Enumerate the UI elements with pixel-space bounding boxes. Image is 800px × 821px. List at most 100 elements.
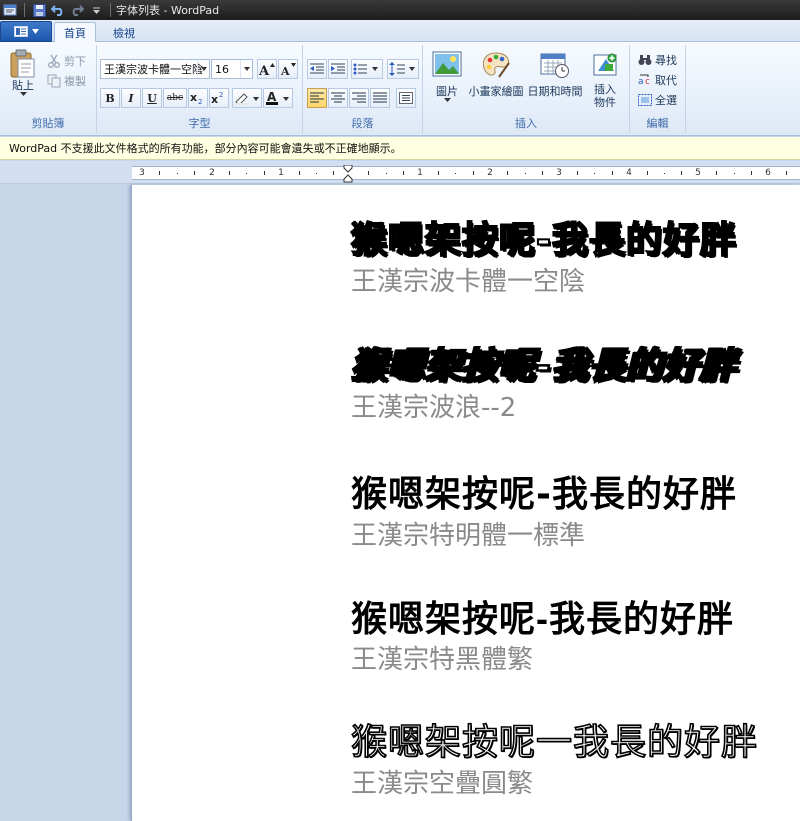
subscript-button[interactable]: x2 [188,88,208,108]
ruler-tick [577,171,578,175]
highlight-color-button[interactable] [232,88,262,108]
font-group: 王漢宗波卡體一空陰 16 A A B I U abc x2 x2 A 字型 [97,45,303,133]
wordpad-app-icon[interactable] [2,2,18,18]
ruler-tick [438,171,439,175]
tab-view[interactable]: 檢視 [104,22,144,43]
tab-home[interactable]: 首頁 [54,22,96,43]
paste-button[interactable]: 貼上 [6,49,40,96]
paint-drawing-button[interactable]: 小畫家繪圖 [467,51,525,98]
ruler-bar: 3 2 1 1 2 3 4 5 6 [0,161,800,184]
font-family-dropdown[interactable]: 王漢宗波卡體一空陰 [100,59,210,79]
insert-object-icon [593,53,617,76]
cut-button[interactable]: 剪下 [47,53,86,69]
ruler-number: 3 [139,168,145,178]
copy-button[interactable]: 複製 [47,73,86,89]
bold-button[interactable]: B [100,88,120,108]
paste-label: 貼上 [12,79,34,92]
sample-text: 猴嗯架按呢-我長的好胖 [350,219,737,262]
line-spacing-button[interactable] [387,59,419,79]
superscript-icon: x2 [211,91,223,105]
ruler-tick [194,171,195,175]
increase-indent-button[interactable] [328,59,348,79]
font-size-dropdown[interactable]: 16 [211,59,253,79]
ruler-tick [542,171,543,175]
paint-palette-icon [482,52,510,78]
replace-label: 取代 [655,74,677,87]
underline-button[interactable]: U [142,88,162,108]
date-time-button[interactable]: 日期和時間 [525,51,585,98]
font-size-value: 16 [215,62,229,76]
align-left-button[interactable] [307,88,327,108]
font-sample-2: 猴嗯架按呢-我長的好胖 王漢宗波浪--2 [350,345,737,425]
clipboard-icon [10,49,35,78]
line-spacing-icon [389,62,415,76]
redo-icon[interactable] [69,2,85,18]
find-button[interactable]: 尋找 [638,52,677,68]
replace-button[interactable]: ac 取代 [638,72,677,88]
ruler-tick [159,171,160,175]
highlighter-icon [235,93,259,105]
select-all-label: 全選 [655,94,677,107]
ruler-tick [716,171,717,175]
superscript-button[interactable]: x2 [209,88,229,108]
chevron-down-icon [443,98,451,102]
cut-label: 剪下 [64,55,86,68]
paint-drawing-label: 小畫家繪圖 [468,85,524,98]
shrink-font-button[interactable]: A [278,59,298,79]
font-color-button[interactable]: A [263,88,293,108]
ruler-tick [647,171,648,175]
select-all-button[interactable]: 全選 [638,92,677,108]
info-message: WordPad 不支援此文件格式的所有功能，部分內容可能會遺失或不正確地顯示。 [9,142,402,155]
undo-icon[interactable] [50,2,66,18]
paragraph-icon [399,92,413,104]
svg-text:A: A [280,65,290,76]
svg-text:a: a [638,77,644,86]
ruler-dot [177,173,178,174]
replace-icon: ac [638,74,650,86]
application-menu-button[interactable] [0,21,52,42]
paragraph-group-label: 段落 [351,117,374,130]
copy-icon [47,74,61,88]
sample-font-name: 王漢宗空疊圓繁 [351,769,534,799]
ruler-tick [333,171,334,175]
document-page[interactable]: 猴嗯架按呢-我長的好胖 王漢宗波卡體一空陰 猴嗯架按呢-我長的好胖 王漢宗波浪-… [131,185,800,821]
justify-button[interactable] [370,88,390,108]
date-time-label: 日期和時間 [527,85,583,98]
picture-icon [432,51,462,77]
strikethrough-button[interactable]: abc [163,88,187,108]
ruler-tick [751,171,752,175]
ruler[interactable]: 3 2 1 1 2 3 4 5 6 [132,165,800,183]
chevron-down-icon [197,60,209,78]
ruler-tick [612,171,613,175]
ruler-number: 2 [487,168,493,178]
ruler-tick [229,171,230,175]
align-center-button[interactable] [328,88,348,108]
ruler-number: 2 [209,168,215,178]
bullet-list-button[interactable] [351,59,383,79]
ruler-dot [386,173,387,174]
insert-object-button[interactable]: 插入 物件 [585,51,625,109]
separator [24,3,25,17]
indent-marker-icon[interactable] [343,165,353,183]
document-area: 猴嗯架按呢-我長的好胖 王漢宗波卡體一空陰 猴嗯架按呢-我長的好胖 王漢宗波浪-… [0,185,800,821]
bullet-list-icon [353,63,378,75]
chevron-down-icon [240,60,252,78]
picture-button[interactable]: 圖片 [429,51,465,102]
ruler-tick [473,171,474,175]
grow-font-button[interactable]: A [257,59,277,79]
increase-indent-icon [331,63,345,74]
save-icon[interactable] [31,2,47,18]
customize-toolbar-icon[interactable] [88,2,104,18]
svg-text:x: x [190,91,197,104]
decrease-indent-icon [310,63,324,74]
sample-font-name: 王漢宗波卡體一空陰 [351,267,586,297]
italic-button[interactable]: I [121,88,141,108]
align-right-button[interactable] [349,88,369,108]
font-family-value: 王漢宗波卡體一空陰 [104,63,203,76]
sample-text: 猴嗯架按呢-我長的好胖 [350,345,737,389]
picture-label: 圖片 [436,85,458,98]
clipboard-group: 貼上 剪下 複製 剪貼簿 [0,45,97,133]
decrease-indent-button[interactable] [307,59,327,79]
paragraph-settings-button[interactable] [396,88,416,108]
quick-access-toolbar [0,2,114,18]
